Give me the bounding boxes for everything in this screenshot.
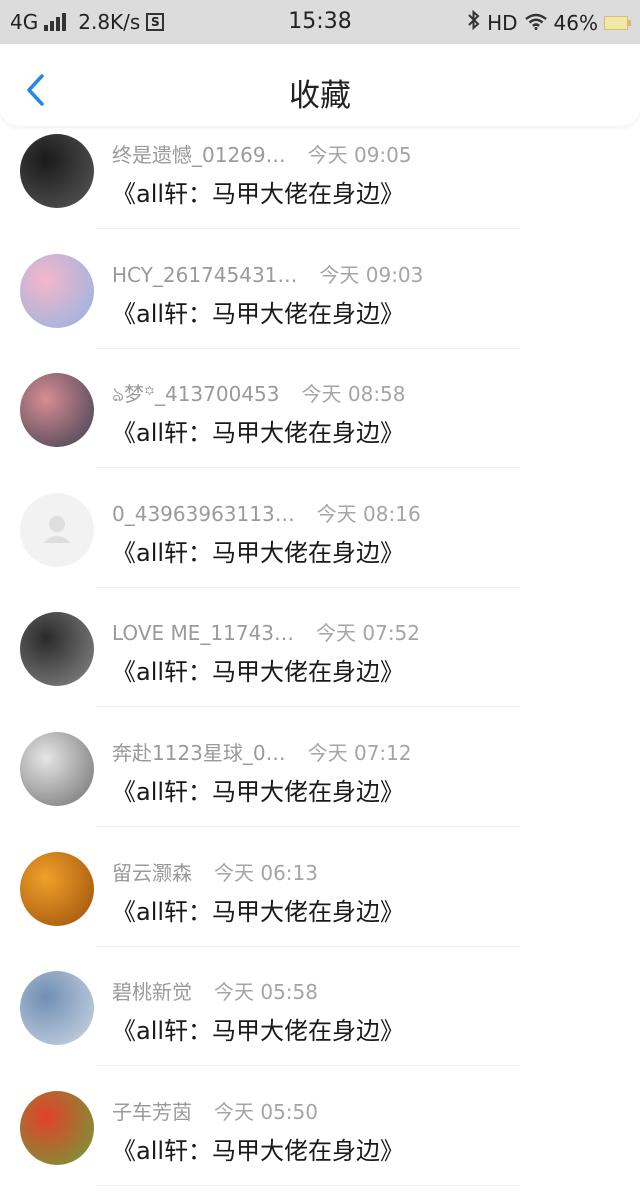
timestamp: 今天 09:03 (319, 262, 424, 287)
nav-header: 收藏 (0, 44, 640, 126)
timestamp: 今天 07:52 (316, 621, 421, 646)
default-avatar[interactable] (20, 492, 94, 567)
divider (96, 706, 520, 708)
timestamp: 今天 08:16 (316, 501, 421, 526)
favorites-list: 终是遗憾_01269… 今天 09:05 《all轩：马甲大佬在身边》 HCY_261… (0, 120, 640, 1196)
avatar[interactable] (20, 253, 94, 328)
hd-indicator: HD (487, 10, 518, 35)
book-title[interactable]: 《all轩：马甲大佬在身边》 (112, 1131, 404, 1166)
avatar[interactable] (20, 373, 94, 448)
divider (96, 1184, 520, 1186)
list-item[interactable]: 0_43963963113… 今天 08:16 《all轩：马甲大佬在身边》 (0, 479, 640, 599)
divider (96, 347, 520, 349)
divider (96, 1065, 520, 1067)
avatar[interactable] (20, 1090, 94, 1165)
item-meta: 留云灏森 今天 06:13 (112, 857, 318, 886)
user-name[interactable]: 碧桃新觉 (112, 976, 192, 1005)
item-meta: LOVE ME_11743… 今天 07:52 (112, 617, 420, 646)
list-item[interactable]: ঌ梦꙳_413700453 今天 08:58 《all轩：马甲大佬在身边》 (0, 359, 640, 479)
item-meta: HCY_261745431… 今天 09:03 (112, 259, 423, 288)
user-name[interactable]: 奔赴1123星球_0… (112, 737, 286, 766)
item-meta: 奔赴1123星球_0… 今天 07:12 (112, 737, 412, 766)
avatar[interactable] (20, 134, 94, 208)
timestamp: 今天 05:50 (214, 1099, 318, 1124)
avatar[interactable] (20, 731, 94, 806)
wifi-icon (524, 11, 548, 35)
book-title[interactable]: 《all轩：马甲大佬在身边》 (112, 174, 404, 209)
battery-icon (604, 15, 631, 30)
list-item[interactable]: HCY_261745431… 今天 09:03 《all轩：马甲大佬在身边》 (0, 240, 640, 360)
user-name[interactable]: 终是遗憾_01269… (112, 139, 286, 168)
list-item[interactable]: 子车芳茵 今天 05:50 《all轩：马甲大佬在身边》 (0, 1077, 640, 1196)
avatar[interactable] (20, 971, 94, 1046)
list-item[interactable]: 奔赴1123星球_0… 今天 07:12 《all轩：马甲大佬在身边》 (0, 718, 640, 838)
divider (96, 825, 520, 827)
user-name[interactable]: LOVE ME_11743… (112, 621, 294, 645)
status-right: HD 46% (467, 9, 631, 35)
timestamp: 今天 09:05 (307, 143, 412, 167)
item-meta: 碧桃新觉 今天 05:58 (112, 976, 318, 1005)
user-name[interactable]: 留云灏森 (112, 857, 192, 886)
avatar[interactable] (20, 612, 94, 687)
book-title[interactable]: 《all轩：马甲大佬在身边》 (112, 294, 404, 329)
item-meta: 终是遗憾_01269… 今天 09:05 (112, 139, 412, 168)
timestamp: 今天 08:58 (301, 382, 406, 407)
divider (96, 467, 520, 469)
list-item[interactable]: 终是遗憾_01269… 今天 09:05 《all轩：马甲大佬在身边》 (0, 120, 640, 240)
list-item[interactable]: LOVE ME_11743… 今天 07:52 《all轩：马甲大佬在身边》 (0, 598, 640, 718)
bluetooth-icon (467, 9, 481, 35)
book-title[interactable]: 《all轩：马甲大佬在身边》 (112, 892, 404, 927)
item-meta: ঌ梦꙳_413700453 今天 08:58 (112, 378, 406, 413)
list-item[interactable]: 碧桃新觉 今天 05:58 《all轩：马甲大佬在身边》 (0, 957, 640, 1077)
user-name[interactable]: 子车芳茵 (112, 1096, 192, 1125)
book-title[interactable]: 《all轩：马甲大佬在身边》 (112, 413, 404, 448)
item-meta: 子车芳茵 今天 05:50 (112, 1096, 318, 1125)
divider (96, 945, 520, 947)
person-icon (43, 515, 71, 543)
page-title: 收藏 (289, 78, 351, 114)
timestamp: 今天 05:58 (214, 980, 318, 1005)
user-name[interactable]: ঌ梦꙳_413700453 (112, 378, 280, 413)
status-bar: 4G 2.8K/s S 15:38 HD 46% (0, 0, 640, 44)
book-title[interactable]: 《all轩：马甲大佬在身边》 (112, 652, 404, 687)
user-name[interactable]: 0_43963963113… (112, 502, 295, 526)
book-title[interactable]: 《all轩：马甲大佬在身边》 (112, 1011, 404, 1046)
book-title[interactable]: 《all轩：马甲大佬在身边》 (112, 772, 404, 807)
item-meta: 0_43963963113… 今天 08:16 (112, 498, 421, 527)
timestamp: 今天 07:12 (307, 740, 412, 765)
divider (96, 228, 520, 229)
timestamp: 今天 06:13 (214, 860, 318, 885)
divider (96, 586, 520, 588)
list-item[interactable]: 留云灏森 今天 06:13 《all轩：马甲大佬在身边》 (0, 838, 640, 958)
user-name[interactable]: HCY_261745431… (112, 263, 297, 287)
avatar[interactable] (20, 851, 94, 926)
battery-percent: 46% (553, 10, 598, 35)
book-title[interactable]: 《all轩：马甲大佬在身边》 (112, 533, 404, 568)
